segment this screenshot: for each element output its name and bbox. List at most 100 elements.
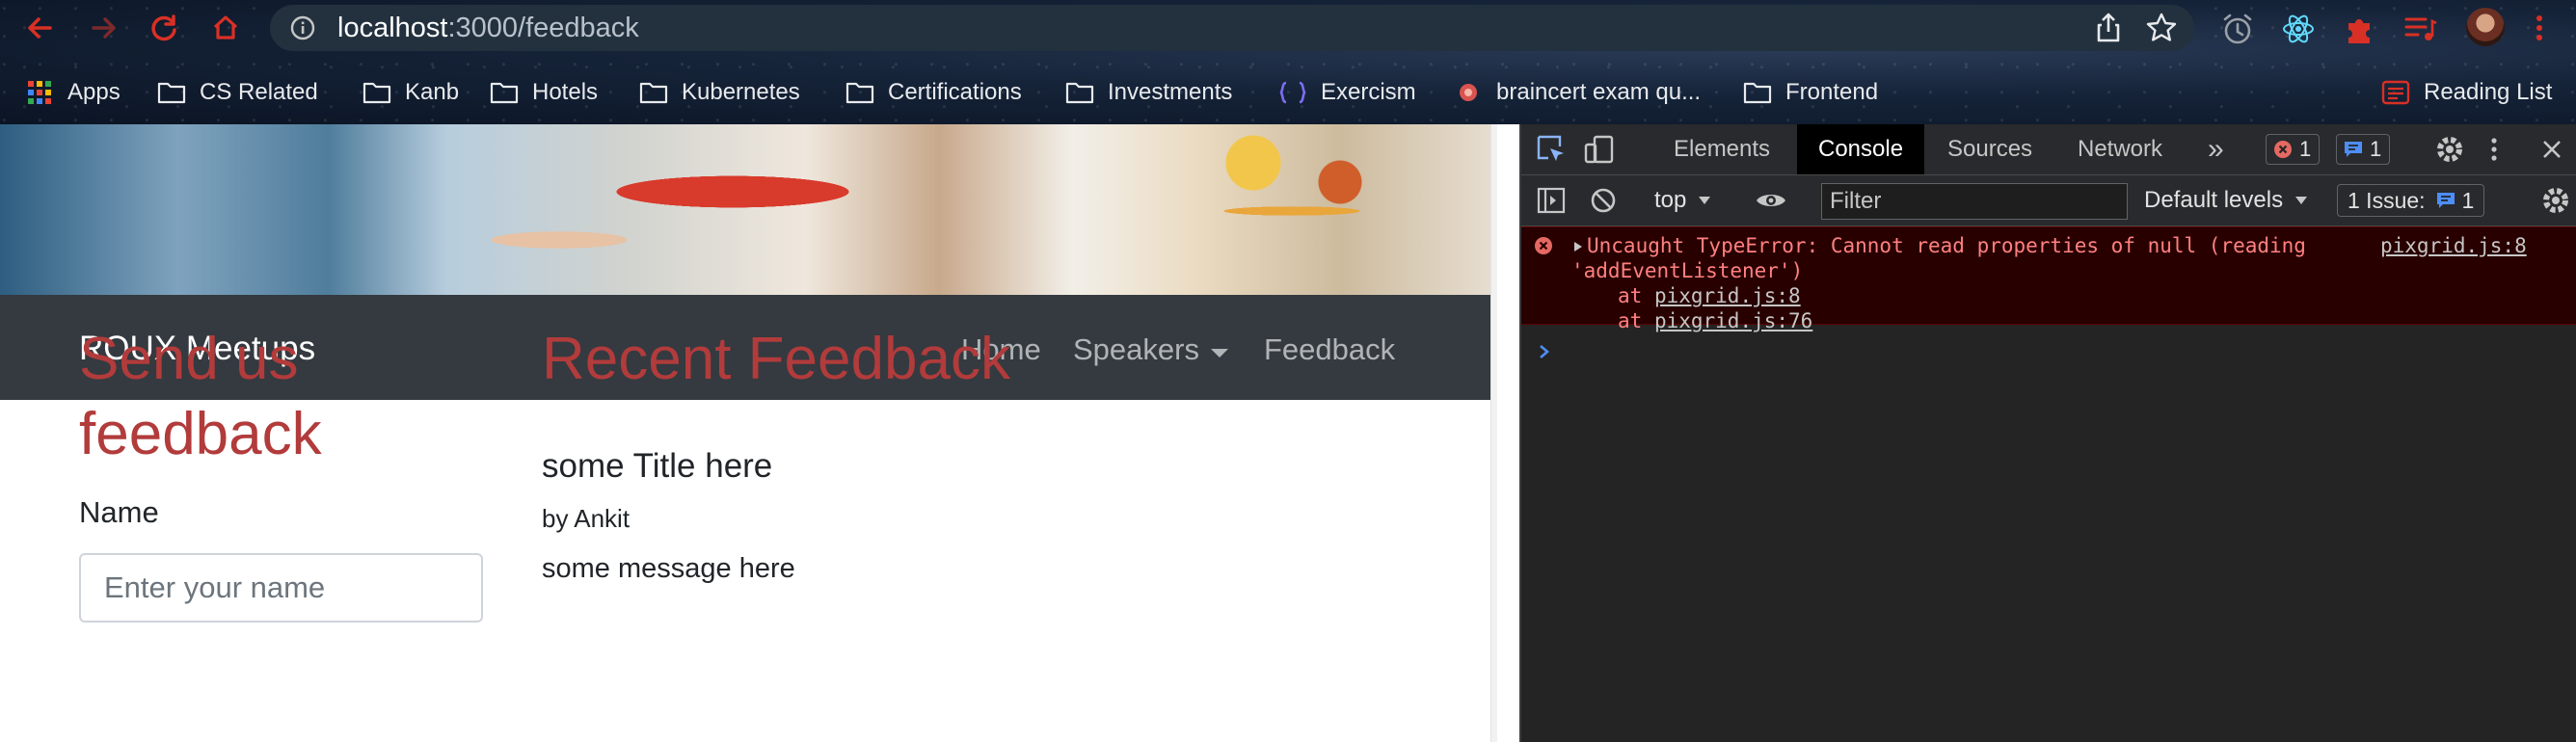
feedback-form-title: Send us feedback <box>79 326 322 467</box>
devtools-tab-bar: Elements Console Sources Network » 1 1 <box>1521 124 2576 175</box>
console-prompt-chevron-icon[interactable] <box>1535 342 1554 361</box>
profile-avatar[interactable] <box>2466 8 2505 46</box>
alarm-extension-icon[interactable] <box>2220 12 2255 46</box>
console-error-message[interactable]: Uncaught TypeError: Cannot read properti… <box>1521 226 2576 332</box>
stack-at: at <box>1618 284 1654 307</box>
address-bar[interactable]: localhost:3000/feedback <box>270 5 2194 51</box>
exercism-icon <box>1279 81 1306 104</box>
console-settings-gear-icon[interactable] <box>2539 184 2572 217</box>
bookmark-label: CS Related <box>200 79 318 105</box>
bookmark-star-icon[interactable] <box>2145 12 2178 44</box>
error-count-badge[interactable]: 1 <box>2266 134 2321 165</box>
clear-console-icon[interactable] <box>1587 184 1620 217</box>
folder-icon <box>157 82 186 104</box>
browser-menu-icon[interactable] <box>2530 12 2549 44</box>
nav-feedback-link[interactable]: Feedback <box>1264 332 1395 367</box>
caret-down-icon[interactable] <box>1211 349 1228 358</box>
bookmark-apps[interactable]: Apps <box>25 73 121 112</box>
bookmark-exercism[interactable]: Exercism <box>1278 73 1416 112</box>
bookmark-label: Exercism <box>1321 79 1416 105</box>
console-toolbar: top Default levels 1 Issue: 1 <box>1521 175 2576 226</box>
error-text-line-2: 'addEventListener') <box>1571 259 1804 282</box>
tab-elements[interactable]: Elements <box>1652 124 1791 174</box>
bookmark-certifications[interactable]: Certifications <box>845 73 1022 112</box>
settings-gear-icon[interactable] <box>2433 133 2466 166</box>
bookmark-hotels[interactable]: Hotels <box>490 73 598 112</box>
reload-button[interactable] <box>148 12 180 44</box>
url-path: :3000/feedback <box>447 12 639 43</box>
folder-icon <box>639 82 668 104</box>
stack-frame-1: at pixgrid.js:8 <box>1618 283 1801 308</box>
bookmark-cs-related[interactable]: CS Related <box>157 73 318 112</box>
context-label: top <box>1654 187 1687 213</box>
issues-label: 1 Issue: <box>2348 187 2426 213</box>
inspect-element-icon[interactable] <box>1535 133 1568 166</box>
feedback-item-author: by Ankit <box>542 504 631 533</box>
url-text[interactable]: localhost:3000/feedback <box>337 13 639 44</box>
bookmark-label: Kanb <box>405 79 460 105</box>
error-circle-icon <box>2274 141 2292 158</box>
device-toolbar-icon[interactable] <box>1583 133 1616 166</box>
reload-icon <box>151 14 176 41</box>
folder-icon <box>362 82 391 104</box>
message-icon <box>2436 193 2455 208</box>
folder-icon <box>1065 82 1094 104</box>
issues-button[interactable]: 1 Issue: 1 <box>2337 184 2485 217</box>
folder-icon <box>490 82 519 104</box>
error-source-link[interactable]: pixgrid.js:8 <box>2380 233 2527 258</box>
bookmark-braincert[interactable]: braincert exam qu... <box>1454 73 1701 112</box>
bookmark-kanb[interactable]: Kanb <box>362 73 459 112</box>
error-text-line-1: Uncaught TypeError: Cannot read properti… <box>1587 234 2306 257</box>
live-expression-eye-icon[interactable] <box>1755 184 1787 217</box>
folder-icon <box>845 82 874 104</box>
error-circle-icon <box>1535 237 1552 254</box>
stack-link-1[interactable]: pixgrid.js:8 <box>1654 284 1801 307</box>
web-page-viewport: ROUX Meetups Home Speakers Feedback Send… <box>0 124 1497 742</box>
bookmark-label: Hotels <box>532 79 599 105</box>
reading-list-button[interactable]: Reading List <box>2381 73 2552 112</box>
caret-down-icon <box>1699 197 1711 204</box>
more-tabs-button[interactable]: » <box>2187 124 2245 174</box>
console-filter-input[interactable] <box>1821 183 2128 220</box>
arrow-left-icon <box>28 17 52 39</box>
playlist-extension-icon[interactable] <box>2402 12 2437 46</box>
page-scrollbar-track[interactable] <box>1490 124 1497 742</box>
forward-button[interactable] <box>88 12 121 44</box>
stack-at: at <box>1618 309 1654 332</box>
stack-link-2[interactable]: pixgrid.js:76 <box>1654 309 1812 332</box>
tab-network[interactable]: Network <box>2056 124 2184 174</box>
hero-banner-image <box>0 124 1490 295</box>
stack-frame-2: at pixgrid.js:76 <box>1618 308 1812 333</box>
bookmark-frontend[interactable]: Frontend <box>1743 73 1878 112</box>
message-count: 1 <box>2370 137 2382 161</box>
back-button[interactable] <box>23 12 56 44</box>
nav-speakers-dropdown[interactable]: Speakers <box>1073 332 1199 367</box>
url-host: localhost <box>337 12 448 43</box>
sidebar-toggle-icon[interactable] <box>1535 184 1568 217</box>
home-button[interactable] <box>209 12 242 44</box>
share-icon[interactable] <box>2092 12 2125 44</box>
tab-sources[interactable]: Sources <box>1926 124 2053 174</box>
expand-triangle-icon[interactable] <box>1573 241 1583 252</box>
tab-console[interactable]: Console <box>1797 124 1925 174</box>
devtools-panel: Elements Console Sources Network » 1 1 t… <box>1521 124 2576 742</box>
log-levels-dropdown[interactable]: Default levels <box>2144 183 2308 218</box>
arrow-right-icon <box>92 17 116 39</box>
puzzle-extension-icon[interactable] <box>2343 12 2377 46</box>
bookmark-label: Apps <box>67 79 121 105</box>
bookmark-label: Frontend <box>1785 79 1879 105</box>
info-icon[interactable] <box>289 14 316 41</box>
log-levels-label: Default levels <box>2144 187 2284 213</box>
devtools-menu-icon[interactable] <box>2487 133 2501 166</box>
message-count-badge[interactable]: 1 <box>2336 134 2391 165</box>
bookmark-kubernetes[interactable]: Kubernetes <box>639 73 800 112</box>
message-icon <box>2345 142 2362 157</box>
bookmark-investments[interactable]: Investments <box>1065 73 1232 112</box>
home-icon <box>213 15 238 40</box>
context-selector[interactable]: top <box>1654 183 1711 218</box>
issues-count: 1 <box>2461 187 2475 213</box>
folder-icon <box>1743 82 1772 104</box>
close-icon[interactable] <box>2536 133 2568 166</box>
name-input[interactable] <box>79 553 483 623</box>
react-devtools-icon[interactable] <box>2281 12 2316 46</box>
